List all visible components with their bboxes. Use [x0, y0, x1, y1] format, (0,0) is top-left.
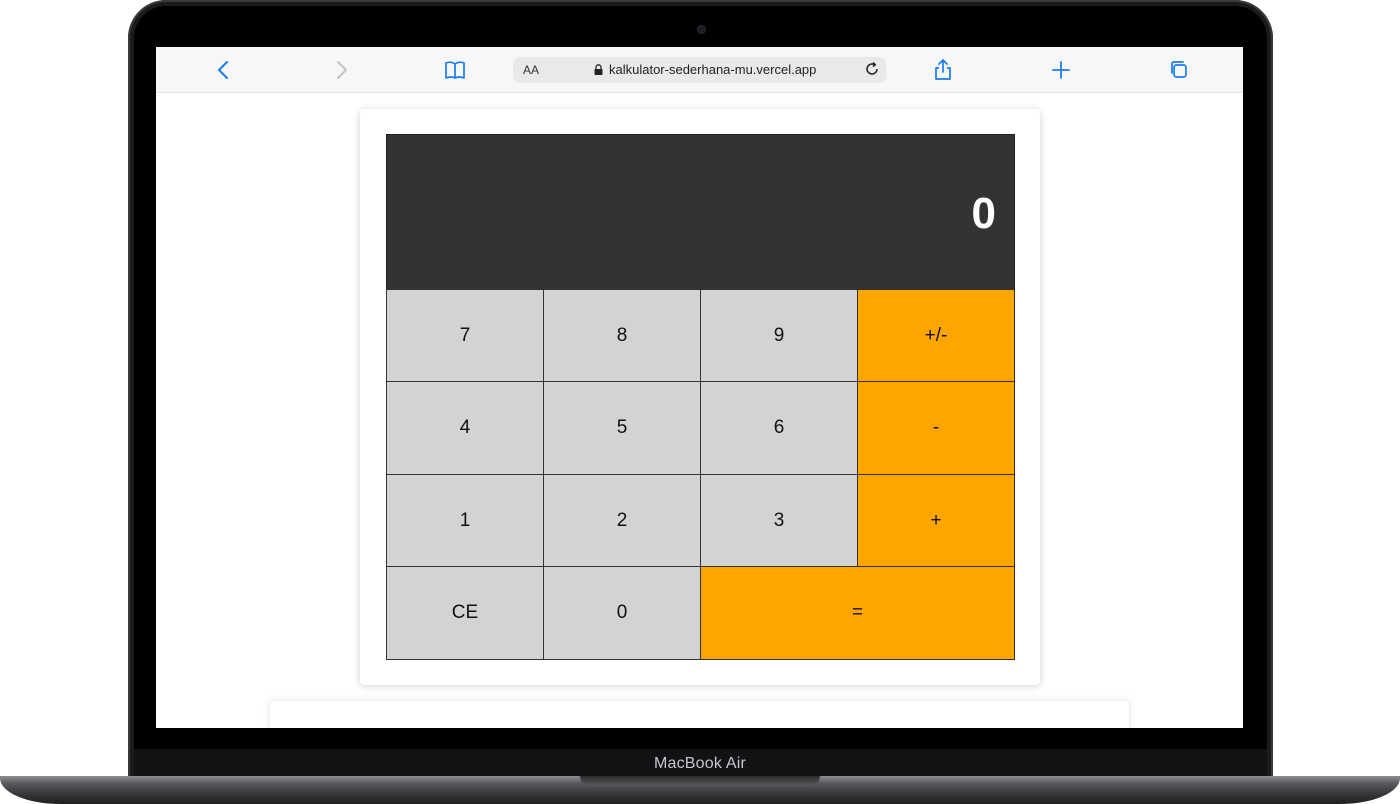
key-8[interactable]: 8	[543, 289, 701, 382]
lock-icon	[594, 64, 603, 75]
display-value: 0	[971, 189, 996, 238]
text-size-button[interactable]: AA	[523, 63, 539, 77]
calculator: 0 7 8 9 +/- 4 5 6 - 1 2 3 + CE 0 =	[386, 134, 1015, 660]
key-2[interactable]: 2	[543, 474, 701, 567]
browser-screen: AA kalkulator-sederhana-mu.vercel.app 0 …	[156, 47, 1243, 728]
browser-toolbar: AA kalkulator-sederhana-mu.vercel.app	[156, 47, 1243, 93]
key-equals[interactable]: =	[700, 566, 1015, 660]
bookmarks-icon[interactable]	[442, 57, 468, 83]
back-icon[interactable]	[211, 57, 237, 83]
camera-icon	[698, 26, 705, 33]
key-1[interactable]: 1	[386, 474, 544, 567]
key-7[interactable]: 7	[386, 289, 544, 382]
url-text[interactable]: kalkulator-sederhana-mu.vercel.app	[609, 62, 816, 77]
secondary-card	[270, 701, 1129, 728]
key-4[interactable]: 4	[386, 381, 544, 475]
new-tab-icon[interactable]	[1048, 57, 1074, 83]
reload-icon[interactable]	[863, 60, 881, 83]
key-plus[interactable]: +	[857, 474, 1015, 567]
laptop-mockup: AA kalkulator-sederhana-mu.vercel.app 0 …	[0, 0, 1400, 804]
key-plus-minus[interactable]: +/-	[857, 289, 1015, 382]
calculator-display: 0	[386, 134, 1015, 291]
share-icon[interactable]	[930, 57, 956, 83]
key-6[interactable]: 6	[700, 381, 858, 475]
key-ce[interactable]: CE	[386, 566, 544, 660]
forward-icon[interactable]	[328, 57, 354, 83]
address-bar[interactable]: AA kalkulator-sederhana-mu.vercel.app	[513, 57, 886, 83]
device-label: MacBook Air	[653, 755, 746, 772]
key-3[interactable]: 3	[700, 474, 858, 567]
tabs-icon[interactable]	[1166, 57, 1192, 83]
key-minus[interactable]: -	[857, 381, 1015, 475]
key-5[interactable]: 5	[543, 381, 701, 475]
laptop-notch	[580, 776, 820, 786]
key-9[interactable]: 9	[700, 289, 858, 382]
key-0[interactable]: 0	[543, 566, 701, 660]
